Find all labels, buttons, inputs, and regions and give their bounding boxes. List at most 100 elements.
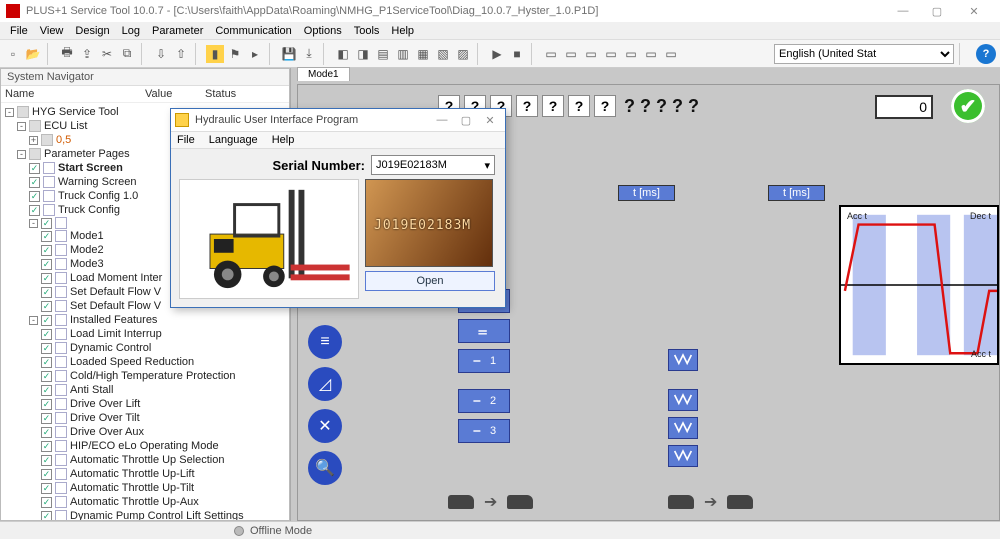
- tb-import-icon[interactable]: ⇩: [152, 45, 170, 63]
- dialog-menu-help[interactable]: Help: [272, 134, 295, 146]
- menu-view[interactable]: View: [34, 25, 70, 37]
- time-chip-a[interactable]: t [ms]: [618, 185, 675, 201]
- tb-play-icon[interactable]: ▶: [488, 45, 506, 63]
- tb-h7-icon[interactable]: ▭: [662, 45, 680, 63]
- tree-node[interactable]: ✓Cold/High Temperature Protection: [1, 369, 289, 383]
- tb-g4-icon[interactable]: ▥: [394, 45, 412, 63]
- wing-button[interactable]: [668, 349, 698, 371]
- tree-node[interactable]: ✓Automatic Throttle Up-Aux: [1, 495, 289, 509]
- q-box[interactable]: ?: [568, 95, 590, 117]
- serial-combo[interactable]: J019E02183M ▾: [371, 155, 495, 175]
- language-select[interactable]: English (United Stat: [774, 44, 954, 64]
- tb-cut-icon[interactable]: ✂: [98, 45, 116, 63]
- tb-print-icon[interactable]: 🖶: [58, 45, 76, 63]
- menu-help[interactable]: Help: [385, 25, 420, 37]
- q-box[interactable]: ?: [516, 95, 538, 117]
- q-box[interactable]: ?: [594, 95, 616, 117]
- tree-node[interactable]: ✓Drive Over Aux: [1, 425, 289, 439]
- tree-node[interactable]: ✓Drive Over Lift: [1, 397, 289, 411]
- tb-h3-icon[interactable]: ▭: [582, 45, 600, 63]
- levels-icon[interactable]: ≡: [308, 325, 342, 359]
- graph-label-dec: Dec t: [970, 211, 991, 221]
- open-button[interactable]: Open: [365, 271, 495, 291]
- status-text: Offline Mode: [250, 525, 312, 537]
- close-button[interactable]: ✕: [954, 0, 994, 22]
- cmd-button-1[interactable]: 1: [458, 349, 510, 373]
- wrench-icon[interactable]: ✕: [308, 409, 342, 443]
- tb-g6-icon[interactable]: ▧: [434, 45, 452, 63]
- tb-h6-icon[interactable]: ▭: [642, 45, 660, 63]
- search-icon[interactable]: 🔍: [308, 451, 342, 485]
- tb-g1-icon[interactable]: ◧: [334, 45, 352, 63]
- wing-button[interactable]: [668, 417, 698, 439]
- tb-stop-icon[interactable]: ■: [508, 45, 526, 63]
- status-dot-icon: [234, 526, 244, 536]
- tree-node[interactable]: ✓Drive Over Tilt: [1, 411, 289, 425]
- dialog-menubar: File Language Help: [171, 131, 505, 149]
- dialog-titlebar[interactable]: Hydraulic User Interface Program — ▢ ✕: [171, 109, 505, 131]
- tb-h2-icon[interactable]: ▭: [562, 45, 580, 63]
- serial-label: Serial Number:: [273, 158, 365, 173]
- menu-tools[interactable]: Tools: [348, 25, 386, 37]
- tb-h1-icon[interactable]: ▭: [542, 45, 560, 63]
- menu-design[interactable]: Design: [69, 25, 115, 37]
- tab-mode1[interactable]: Mode1: [297, 67, 350, 81]
- menu-communication[interactable]: Communication: [209, 25, 297, 37]
- wing-button[interactable]: [668, 445, 698, 467]
- tb-save-icon[interactable]: 💾: [280, 45, 298, 63]
- tb-g5-icon[interactable]: ▦: [414, 45, 432, 63]
- tb-h4-icon[interactable]: ▭: [602, 45, 620, 63]
- tree-node[interactable]: ✓Automatic Throttle Up-Lift: [1, 467, 289, 481]
- tb-flag-icon[interactable]: ⚑: [226, 45, 244, 63]
- tree-node[interactable]: ✓Anti Stall: [1, 383, 289, 397]
- menu-parameter[interactable]: Parameter: [146, 25, 209, 37]
- chevron-down-icon: ▾: [484, 159, 490, 172]
- dialog-menu-file[interactable]: File: [177, 134, 195, 146]
- tb-g2-icon[interactable]: ◨: [354, 45, 372, 63]
- dialog-menu-language[interactable]: Language: [209, 134, 258, 146]
- tb-g3-icon[interactable]: ▤: [374, 45, 392, 63]
- dialog-app-icon: [175, 113, 189, 127]
- seat-icon: [448, 495, 474, 509]
- tb-g7-icon[interactable]: ▨: [454, 45, 472, 63]
- tb-h5-icon[interactable]: ▭: [622, 45, 640, 63]
- tree-node[interactable]: ✓Dynamic Pump Control Lift Settings: [1, 509, 289, 520]
- tb-copy-icon[interactable]: ⧉: [118, 45, 136, 63]
- tree-node[interactable]: ✓Loaded Speed Reduction: [1, 355, 289, 369]
- maximize-button[interactable]: ▢: [920, 0, 954, 22]
- wing-button[interactable]: [668, 389, 698, 411]
- cmd-button-3[interactable]: 3: [458, 419, 510, 443]
- cmd-button[interactable]: [458, 319, 510, 343]
- tree-node[interactable]: ✓Load Limit Interrup: [1, 327, 289, 341]
- help-icon[interactable]: ?: [976, 44, 996, 64]
- tb-saveas-icon[interactable]: ⤓: [300, 45, 318, 63]
- menubar: File View Design Log Parameter Communica…: [0, 22, 1000, 40]
- tree-node[interactable]: ✓HIP/ECO eLo Operating Mode: [1, 439, 289, 453]
- arrow-icon: ➔: [704, 492, 717, 512]
- tree-node[interactable]: ✓Automatic Throttle Up Selection: [1, 453, 289, 467]
- menu-file[interactable]: File: [4, 25, 34, 37]
- tree-node[interactable]: -✓Installed Features: [1, 313, 289, 327]
- menu-log[interactable]: Log: [116, 25, 146, 37]
- menu-options[interactable]: Options: [298, 25, 348, 37]
- q-box[interactable]: ?: [542, 95, 564, 117]
- q-text: ? ? ? ? ?: [624, 95, 699, 117]
- tb-highlight-icon[interactable]: ▮: [206, 45, 224, 63]
- seat-flow-b: ➔: [668, 492, 753, 512]
- tb-upload-icon[interactable]: ⇧: [172, 45, 190, 63]
- minimize-button[interactable]: —: [886, 0, 920, 22]
- dialog-minimize-icon[interactable]: —: [431, 114, 453, 127]
- hydraulic-dialog: Hydraulic User Interface Program — ▢ ✕ F…: [170, 108, 506, 308]
- geometry-icon[interactable]: ◿: [308, 367, 342, 401]
- tree-node[interactable]: ✓Dynamic Control: [1, 341, 289, 355]
- tb-export-icon[interactable]: ⇪: [78, 45, 96, 63]
- tree-node[interactable]: ✓Automatic Throttle Up-Tilt: [1, 481, 289, 495]
- cmd-button-2[interactable]: 2: [458, 389, 510, 413]
- dialog-maximize-icon[interactable]: ▢: [455, 114, 477, 127]
- time-chip-b[interactable]: t [ms]: [768, 185, 825, 201]
- tb-new-icon[interactable]: ▫: [4, 45, 22, 63]
- arrow-icon: ➔: [484, 492, 497, 512]
- dialog-close-icon[interactable]: ✕: [479, 114, 501, 127]
- tb-open-icon[interactable]: 📂: [24, 45, 42, 63]
- tb-more-icon[interactable]: ▸: [246, 45, 264, 63]
